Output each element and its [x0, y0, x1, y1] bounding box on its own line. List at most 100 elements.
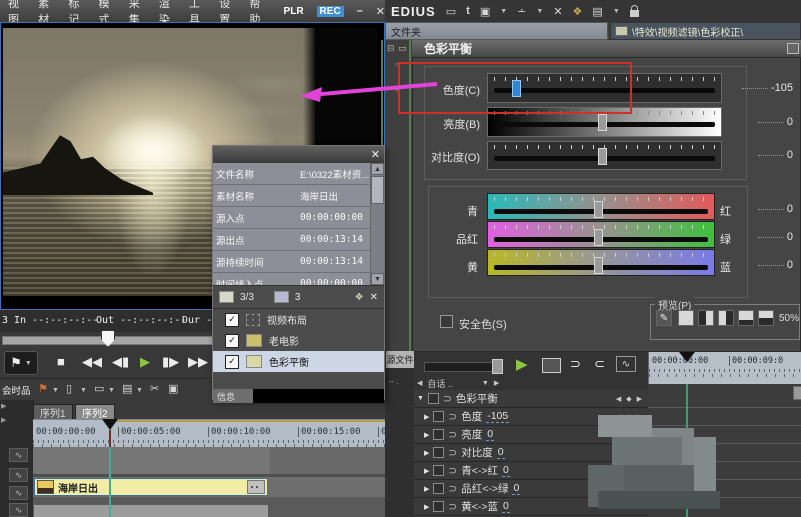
kf-checkbox[interactable]	[428, 393, 439, 404]
copy-icon[interactable]: ▣	[168, 382, 178, 395]
export-dropdown-icon[interactable]: ▼	[108, 387, 115, 394]
kf-scrollbar[interactable]	[793, 386, 801, 400]
stack-dropdown-icon[interactable]: ▼	[500, 8, 507, 15]
stack-icon[interactable]: ▣	[480, 5, 490, 18]
dialog-title-bar[interactable]: 色彩平衡	[412, 40, 801, 58]
rewind-button[interactable]: ◀◀	[82, 354, 102, 370]
doc-dropdown-icon[interactable]: ▼	[80, 387, 87, 394]
close-button[interactable]: ✕	[376, 5, 385, 18]
redo-keyframe-button[interactable]: ⊂	[594, 356, 605, 372]
play-button[interactable]: ▶	[140, 354, 150, 370]
filter-row-video-layout[interactable]: ✓ ◦ 视频布局	[213, 309, 384, 330]
layout-dropdown-icon[interactable]: ▼	[613, 8, 620, 15]
effect-dropdown-icon[interactable]: ▼	[52, 387, 59, 394]
tab-source-file[interactable]: 源文件	[386, 351, 414, 368]
next-key-icon[interactable]: ▶	[637, 395, 642, 403]
expand-icon[interactable]: ▶	[424, 449, 429, 457]
preview-pencil-button[interactable]: ✎	[656, 310, 672, 326]
curve-editor-button[interactable]: ∿	[616, 356, 636, 372]
clip-effect-badge[interactable]	[247, 480, 265, 494]
undo-keyframe-button[interactable]: ⊃	[570, 356, 581, 372]
track-mute-icon[interactable]: ∿	[9, 486, 28, 500]
scroll-up-icon[interactable]: ▲	[371, 163, 384, 175]
cut-icon[interactable]: ✂	[150, 382, 159, 395]
rec-button[interactable]: REC	[317, 6, 344, 17]
expand-icon[interactable]: ▶	[424, 467, 429, 475]
dropdown-down-icon[interactable]: ▼	[482, 380, 489, 387]
palette-icon[interactable]: ❖	[573, 5, 583, 18]
yellow-blue-handle[interactable]	[594, 257, 603, 274]
filter-checkbox[interactable]: ✓	[225, 334, 239, 348]
razor-icon[interactable]: ∸	[517, 5, 526, 18]
timeline-ruler[interactable]: 00:00:00:00 00:00:05:00 00:00:10:00 00:0…	[33, 419, 385, 448]
kf-checkbox[interactable]	[433, 483, 444, 494]
preview-split-left-button[interactable]	[698, 310, 714, 326]
expand-icon[interactable]: ▶	[424, 485, 429, 493]
keyframe-ruler[interactable]: 00:00:00:00 00:00:09:0	[648, 352, 801, 384]
track-expand-icon[interactable]: ▶	[1, 402, 6, 410]
effects-path-bar[interactable]: \特效\视频滤镜\色彩校正\	[610, 22, 801, 40]
timeline-playhead-handle[interactable]	[102, 419, 118, 430]
keyframe-play-button[interactable]: ▶	[516, 355, 528, 373]
info-close-icon[interactable]: ✕	[371, 148, 380, 161]
kf-row-color-balance[interactable]: ▼ ⊃ 色彩平衡 ◀◆▶	[414, 390, 648, 408]
filter-checkbox[interactable]: ✓	[225, 313, 239, 327]
dropdown-left-icon[interactable]: ◀	[417, 379, 422, 387]
remove-filter-icon[interactable]: ✕	[370, 292, 378, 303]
kf-checkbox[interactable]	[433, 411, 444, 422]
track-mute-icon[interactable]: ∿	[9, 468, 28, 482]
marker-flag-icon[interactable]: ⚑	[10, 355, 22, 371]
preview-split-bottom-button[interactable]	[738, 310, 754, 326]
brightness-slider-handle[interactable]	[598, 114, 607, 131]
timeline-clip[interactable]: 海岸日出	[34, 478, 268, 496]
monitor-toggle-button[interactable]	[542, 358, 561, 373]
prev-key-icon[interactable]: ◀	[616, 395, 621, 403]
safe-color-checkbox[interactable]	[440, 315, 453, 328]
track-mute-icon[interactable]: ∿	[9, 503, 28, 517]
kf-checkbox[interactable]	[433, 501, 444, 512]
step-forward-button[interactable]: ▮▶	[162, 354, 179, 370]
layout-grid-icon[interactable]: ▤	[592, 5, 602, 18]
scroll-thumb[interactable]	[371, 176, 384, 204]
yellow-blue-slider[interactable]	[487, 249, 715, 276]
title-tool-icon[interactable]: t	[466, 5, 470, 17]
lock-icon[interactable]	[630, 10, 639, 17]
expand-icon[interactable]: ▶	[424, 431, 429, 439]
kf-checkbox[interactable]	[433, 429, 444, 440]
save-icon[interactable]: ▤	[122, 382, 132, 395]
dropdown-right-icon[interactable]: ▶	[494, 379, 499, 387]
magenta-green-handle[interactable]	[594, 229, 603, 246]
step-back-button[interactable]: ◀▮	[112, 354, 129, 370]
new-doc-icon[interactable]: ▯	[66, 382, 72, 395]
contrast-slider-handle[interactable]	[598, 148, 607, 165]
kf-checkbox[interactable]	[433, 465, 444, 476]
collapse-icon[interactable]: ▼	[417, 395, 424, 402]
track-mute-icon[interactable]: ∿	[9, 448, 28, 462]
open-folder-icon[interactable]: ▭	[446, 5, 456, 18]
effect-flag-icon[interactable]: ⚑	[38, 382, 48, 395]
delete-icon[interactable]: ✕	[553, 5, 562, 18]
keyframe-zoom-slider[interactable]	[424, 362, 502, 372]
info-title-bar[interactable]: ✕	[213, 146, 384, 163]
stop-button[interactable]: ■	[57, 354, 65, 369]
cyan-red-slider[interactable]	[487, 193, 715, 220]
cyan-red-handle[interactable]	[594, 201, 603, 218]
filter-row-old-film[interactable]: ✓ 老电影	[213, 330, 384, 351]
fast-forward-button[interactable]: ▶▶	[188, 354, 208, 370]
scroll-down-icon[interactable]: ▼	[371, 273, 384, 285]
keyframe-zoom-handle[interactable]	[492, 359, 503, 374]
preview-full-button[interactable]	[678, 310, 694, 326]
keyframe-preset-dropdown[interactable]: ◀ 自话 .. ▼ ▶	[414, 376, 648, 390]
kf-checkbox[interactable]	[433, 447, 444, 458]
dialog-window-icon[interactable]	[787, 43, 799, 54]
tab-sequence2[interactable]: 序列2	[75, 404, 115, 419]
effect-badge-icon[interactable]: ❖	[355, 292, 364, 303]
minimize-button[interactable]: –	[357, 5, 363, 17]
export-icon[interactable]: ▭	[94, 382, 104, 395]
marker-dropdown-icon[interactable]: ▼	[25, 360, 32, 367]
razor-dropdown-icon[interactable]: ▼	[536, 8, 543, 15]
add-key-icon[interactable]: ◆	[626, 395, 631, 403]
filter-row-color-balance[interactable]: ✓ 色彩平衡	[213, 351, 384, 372]
track-expand-icon[interactable]: ▶	[1, 416, 6, 424]
contrast-slider[interactable]	[487, 141, 722, 170]
